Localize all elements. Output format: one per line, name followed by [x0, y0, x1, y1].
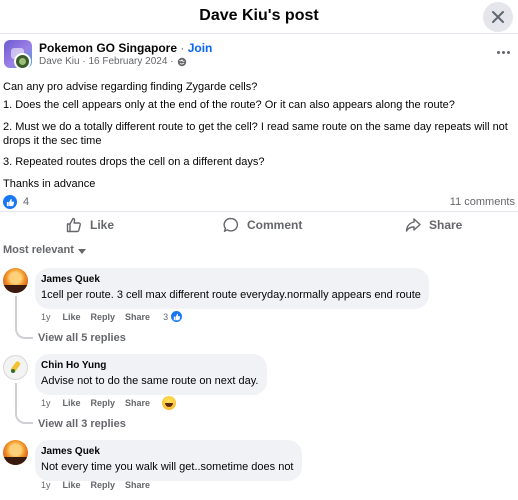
comment-sort-dropdown[interactable]: Most relevant: [3, 244, 86, 256]
like-icon: [66, 217, 81, 233]
like-reaction-icon: [3, 195, 17, 209]
comment-share-button[interactable]: Share: [125, 480, 150, 490]
comment-bubble: James Quek 1cell per route. 3 cell max d…: [35, 268, 429, 309]
comment-reaction-count: 3: [163, 311, 169, 322]
comment-bubble: James Quek Not every time you walk will …: [35, 440, 302, 481]
commenter-name[interactable]: James Quek: [41, 446, 294, 457]
like-reaction-icon: [170, 310, 184, 323]
header-divider: [0, 33, 518, 34]
globe-icon: [177, 57, 186, 66]
post-meta-text: Dave Kiu · 16 February 2024 ·: [39, 56, 174, 67]
commenter-name[interactable]: Chin Ho Yung: [41, 360, 259, 371]
post-line-3: 2. Must we do a totally different route …: [3, 121, 508, 147]
dialog-title: Dave Kiu's post: [199, 7, 319, 24]
comment-reply-button[interactable]: Reply: [91, 312, 116, 322]
post-meta: Dave Kiu · 16 February 2024 ·: [39, 56, 187, 67]
commenter-avatar[interactable]: [3, 440, 28, 465]
comment-reply-button[interactable]: Reply: [91, 480, 116, 490]
comments-count[interactable]: 11 comments: [450, 196, 515, 208]
post-line-1: Can any pro advise regarding finding Zyg…: [3, 81, 258, 93]
reaction-summary[interactable]: 4: [3, 195, 29, 209]
comment-like-button[interactable]: Like: [63, 398, 81, 408]
comment-reactions[interactable]: 3: [163, 310, 184, 323]
comment-age[interactable]: 1y: [41, 480, 51, 490]
comment-icon: [223, 217, 239, 232]
join-button[interactable]: Join: [188, 41, 213, 55]
commenter-name[interactable]: James Quek: [41, 274, 421, 285]
commenter-avatar[interactable]: [3, 355, 28, 380]
like-button[interactable]: Like: [66, 214, 114, 236]
haha-reaction-icon[interactable]: [162, 396, 177, 410]
group-name-link[interactable]: Pokemon GO Singapore: [39, 41, 177, 55]
comment-label: Comment: [247, 218, 303, 232]
share-button[interactable]: Share: [405, 214, 462, 236]
comment-text: Not every time you walk will get..someti…: [41, 461, 294, 473]
share-icon: [405, 218, 421, 232]
comment-actions: 1y Like Reply Share 3: [41, 310, 184, 323]
post-line-5: Thanks in advance: [3, 178, 96, 190]
author-avatar[interactable]: [14, 53, 31, 70]
comment-share-button[interactable]: Share: [125, 312, 150, 322]
post-line-4: 3. Repeated routes drops the cell on a d…: [3, 156, 265, 168]
group-name: Pokemon GO Singapore · Join: [39, 41, 212, 55]
comment-button[interactable]: Comment: [223, 214, 302, 236]
reply-thread-line: [15, 383, 33, 424]
close-icon: [492, 11, 504, 23]
comment-share-button[interactable]: Share: [125, 398, 150, 408]
share-label: Share: [429, 218, 463, 232]
dialog-header: Dave Kiu's post: [0, 0, 518, 33]
group-separator: ·: [180, 41, 185, 55]
like-label: Like: [90, 218, 115, 232]
close-button[interactable]: [483, 2, 513, 32]
comment-reply-button[interactable]: Reply: [91, 398, 116, 408]
actions-divider: [0, 211, 518, 212]
caret-down-icon: [77, 248, 86, 254]
view-replies-link[interactable]: View all 3 replies: [38, 418, 126, 430]
commenter-avatar[interactable]: [3, 268, 28, 293]
comment-bubble: Chin Ho Yung Advise not to do the same r…: [35, 354, 267, 395]
post-line-2: 1. Does the cell appears only at the end…: [3, 99, 455, 111]
reply-thread-line: [15, 296, 33, 339]
sort-label: Most relevant: [3, 244, 74, 256]
comment-actions: 1y Like Reply Share: [41, 480, 150, 490]
more-options-button[interactable]: [493, 45, 513, 59]
comment-age[interactable]: 1y: [41, 398, 51, 408]
comment-age[interactable]: 1y: [41, 312, 51, 322]
comment-text: 1cell per route. 3 cell max different ro…: [41, 289, 421, 301]
reaction-count: 4: [23, 196, 30, 208]
comment-like-button[interactable]: Like: [63, 312, 81, 322]
view-replies-link[interactable]: View all 5 replies: [38, 332, 126, 344]
comment-like-button[interactable]: Like: [63, 480, 81, 490]
comment-text: Advise not to do the same route on next …: [41, 375, 259, 387]
comment-actions: 1y Like Reply Share: [41, 396, 177, 410]
